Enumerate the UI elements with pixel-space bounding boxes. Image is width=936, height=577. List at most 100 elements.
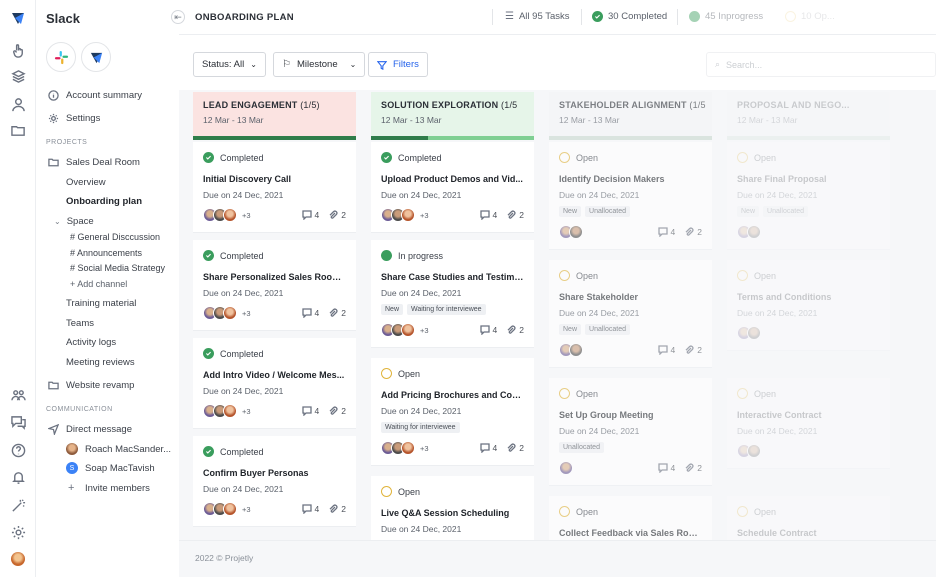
assignee-avatars[interactable] bbox=[737, 444, 761, 458]
user-avatar[interactable] bbox=[10, 551, 26, 567]
channel-announcements[interactable]: # Announcements bbox=[70, 248, 142, 258]
attachments-count[interactable]: 2 bbox=[506, 210, 524, 220]
task-card[interactable]: Completed Confirm Buyer Personas Due on 24… bbox=[193, 436, 356, 527]
assignee-avatars[interactable] bbox=[203, 404, 237, 418]
milestone-dropdown[interactable]: ⚐ Milestone ⌄ bbox=[273, 52, 366, 77]
avatar: S bbox=[66, 462, 78, 474]
task-card[interactable]: Open Terms and Conditions Due on 24 Dec, 2… bbox=[727, 260, 890, 351]
comments-count[interactable]: 4 bbox=[301, 406, 319, 416]
all-tasks-stat[interactable]: ☰ All 95 Tasks bbox=[505, 11, 569, 22]
comments-count[interactable]: 4 bbox=[301, 210, 319, 220]
folder-open-icon[interactable] bbox=[10, 122, 26, 138]
help-icon[interactable] bbox=[10, 442, 26, 458]
chat-icon[interactable] bbox=[10, 414, 26, 430]
invite-members-button[interactable]: + Invite members bbox=[68, 482, 150, 494]
user-icon[interactable] bbox=[10, 96, 26, 112]
bell-icon[interactable] bbox=[10, 469, 26, 485]
attachments-count[interactable]: 2 bbox=[684, 345, 702, 355]
assignee-avatars[interactable] bbox=[737, 225, 761, 239]
task-status: Open bbox=[559, 506, 702, 517]
completed-stat[interactable]: 30 Completed bbox=[592, 11, 667, 22]
task-card[interactable]: Open Identify Decision Makers Due on 24 De… bbox=[549, 142, 712, 250]
attachments-count[interactable]: 2 bbox=[506, 443, 524, 453]
column-header[interactable]: SOLUTION EXPLORATION (1/5 12 Mar - 13 Mar bbox=[371, 92, 534, 136]
status-filter-dropdown[interactable]: Status: All ⌄ bbox=[193, 52, 266, 77]
sidebar-item-space[interactable]: ⌄ Space bbox=[54, 216, 94, 227]
dm-user-roach[interactable]: Roach MacSander... bbox=[66, 443, 171, 455]
comments-count[interactable]: 4 bbox=[301, 308, 319, 318]
assignee-avatars[interactable] bbox=[381, 208, 415, 222]
task-card[interactable]: Open Live Q&A Session Scheduling Due on 24… bbox=[371, 476, 534, 545]
paperclip-icon bbox=[684, 345, 694, 355]
team-icon[interactable] bbox=[10, 387, 26, 403]
comments-count[interactable]: 4 bbox=[657, 227, 675, 237]
assignee-avatars[interactable] bbox=[203, 502, 237, 516]
task-card[interactable]: Open Interactive Contract Due on 24 Dec, 2… bbox=[727, 378, 890, 469]
column-header[interactable]: PROPOSAL AND NEGO... 12 Mar - 13 Mar bbox=[727, 92, 890, 136]
assignee-avatars[interactable] bbox=[203, 306, 237, 320]
task-card[interactable]: Open Set Up Group Meeting Due on 24 Dec, 2… bbox=[549, 378, 712, 486]
settings-link[interactable]: Settings bbox=[48, 113, 100, 124]
filters-button[interactable]: Filters bbox=[368, 52, 428, 77]
task-card[interactable]: Open Share Stakeholder Due on 24 Dec, 2021… bbox=[549, 260, 712, 368]
channel-general[interactable]: # General Disccussion bbox=[70, 232, 160, 242]
column-header[interactable]: LEAD ENGAGEMENT (1/5) 12 Mar - 13 Mar bbox=[193, 92, 356, 136]
comments-count[interactable]: 4 bbox=[657, 463, 675, 473]
task-card[interactable]: Completed Upload Product Demos and Vid...… bbox=[371, 142, 534, 233]
task-card[interactable]: Open Share Final Proposal Due on 24 Dec, 2… bbox=[727, 142, 890, 250]
task-card[interactable]: Open Add Pricing Brochures and Com... Due … bbox=[371, 358, 534, 466]
layers-icon[interactable] bbox=[10, 68, 26, 84]
task-card[interactable]: Completed Share Personalized Sales Room..… bbox=[193, 240, 356, 331]
comments-count[interactable]: 4 bbox=[479, 443, 497, 453]
task-card[interactable]: In progress Share Case Studies and Testim… bbox=[371, 240, 534, 348]
attachments-count[interactable]: 2 bbox=[328, 504, 346, 514]
sidebar-item-meeting[interactable]: Meeting reviews bbox=[66, 357, 135, 368]
assignee-avatars[interactable] bbox=[737, 326, 761, 340]
comments-count[interactable]: 4 bbox=[479, 325, 497, 335]
column-count: (1/5) bbox=[300, 100, 320, 110]
projetly-logo-icon[interactable] bbox=[81, 42, 111, 72]
slack-logo-icon[interactable] bbox=[46, 42, 76, 72]
assignee-avatars[interactable] bbox=[559, 343, 583, 357]
task-card[interactable]: Completed Initial Discovery Call Due on 24… bbox=[193, 142, 356, 233]
assignee-avatars[interactable] bbox=[559, 461, 573, 475]
column-header[interactable]: STAKEHOLDER ALIGNMENT (1/5 12 Mar - 13 Ma… bbox=[549, 92, 712, 136]
attachments-count[interactable]: 2 bbox=[328, 308, 346, 318]
task-card[interactable]: Completed Add Intro Video / Welcome Mes..… bbox=[193, 338, 356, 429]
attachments-count[interactable]: 2 bbox=[506, 325, 524, 335]
add-channel-button[interactable]: + Add channel bbox=[70, 279, 127, 289]
sidebar-item-teams[interactable]: Teams bbox=[66, 318, 94, 329]
comments-count[interactable]: 4 bbox=[301, 504, 319, 514]
sidebar-item-overview[interactable]: Overview bbox=[66, 177, 106, 188]
attachments-count[interactable]: 2 bbox=[684, 463, 702, 473]
app-logo-icon[interactable] bbox=[10, 10, 26, 26]
open-stat[interactable]: 10 Op... bbox=[785, 11, 835, 22]
gear-icon[interactable] bbox=[10, 524, 26, 540]
comments-count[interactable]: 4 bbox=[657, 345, 675, 355]
sidebar-item-training[interactable]: Training material bbox=[66, 298, 136, 309]
hand-pointer-icon[interactable] bbox=[10, 42, 26, 58]
channel-social-media[interactable]: # Social Media Strategy bbox=[70, 263, 165, 273]
column-progress-bar bbox=[727, 136, 890, 140]
task-due-date: Due on 24 Dec, 2021 bbox=[737, 308, 818, 318]
sidebar-item-onboarding-plan[interactable]: Onboarding plan bbox=[66, 196, 142, 207]
direct-message-link[interactable]: Direct message bbox=[48, 424, 132, 435]
comments-count[interactable]: 4 bbox=[479, 210, 497, 220]
dm-user-soap[interactable]: S Soap MacTavish bbox=[66, 462, 155, 474]
attachments-count[interactable]: 2 bbox=[328, 210, 346, 220]
attachments-count[interactable]: 2 bbox=[684, 227, 702, 237]
task-title: Terms and Conditions bbox=[737, 292, 832, 302]
search-input[interactable]: ⌕ Search... bbox=[706, 52, 936, 77]
sidebar-item-activity[interactable]: Activity logs bbox=[66, 337, 116, 348]
collapse-sidebar-button[interactable]: ⇤ bbox=[171, 10, 185, 24]
assignee-avatars[interactable] bbox=[381, 323, 415, 337]
project-website-revamp[interactable]: Website revamp bbox=[48, 380, 134, 391]
account-summary-link[interactable]: Account summary bbox=[48, 90, 142, 101]
assignee-avatars[interactable] bbox=[381, 441, 415, 455]
assignee-avatars[interactable] bbox=[559, 225, 583, 239]
magic-wand-icon[interactable] bbox=[10, 497, 26, 513]
assignee-avatars[interactable] bbox=[203, 208, 237, 222]
attachments-count[interactable]: 2 bbox=[328, 406, 346, 416]
inprogress-stat[interactable]: 45 Inprogress bbox=[689, 11, 763, 22]
project-sales-deal-room[interactable]: Sales Deal Room bbox=[48, 157, 140, 168]
